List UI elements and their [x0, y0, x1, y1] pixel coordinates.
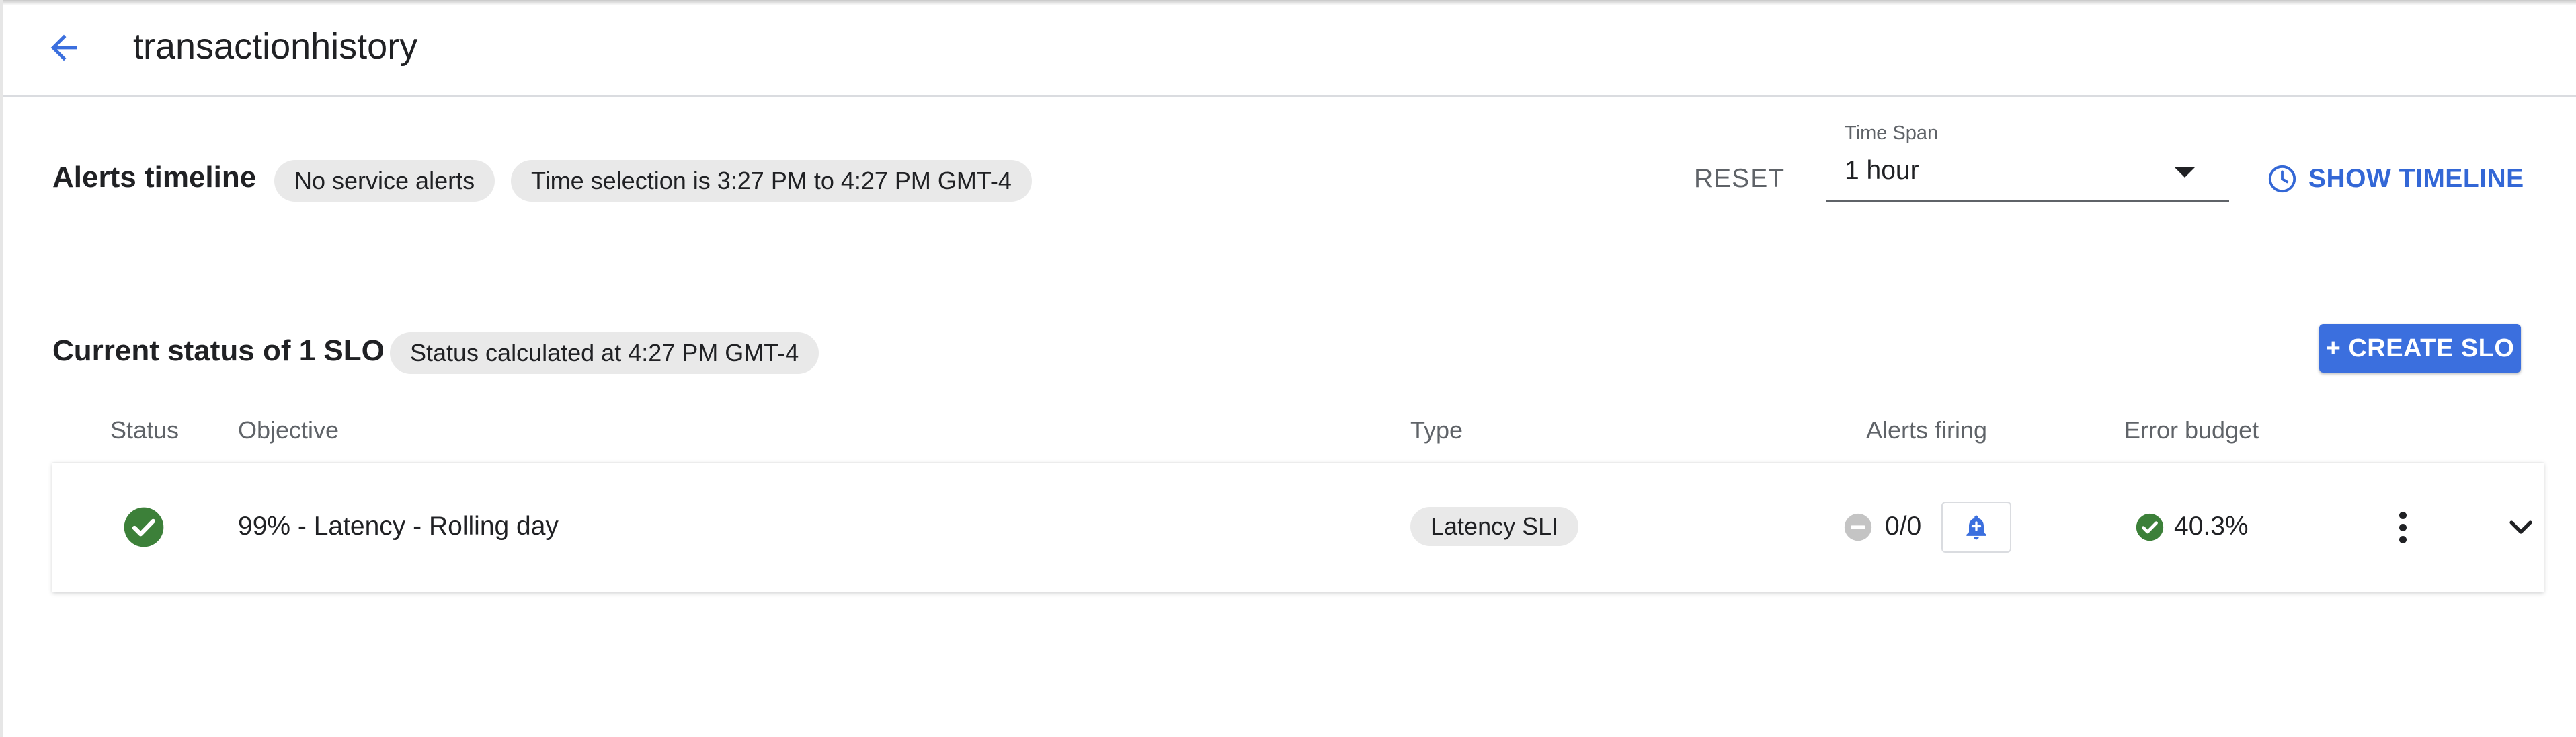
error-budget-value: 40.3% [2174, 512, 2249, 541]
column-header-error-budget: Error budget [2124, 416, 2259, 444]
time-span-label: Time Span [1845, 122, 1939, 144]
slo-type-chip: Latency SLI [1410, 507, 1579, 546]
column-header-alerts-firing: Alerts firing [1866, 416, 1988, 444]
status-cell [122, 506, 165, 552]
page-title: transactionhistory [133, 26, 418, 67]
create-slo-button[interactable]: + CREATE SLO [2319, 324, 2521, 373]
alerts-firing-value: 0/0 [1885, 512, 1922, 541]
left-edge-border [0, 0, 3, 737]
reset-button[interactable]: RESET [1694, 160, 1785, 198]
check-circle-icon [2136, 513, 2164, 541]
slo-row[interactable]: 99% - Latency - Rolling day Latency SLI … [52, 463, 2544, 592]
chevron-down-icon [2509, 520, 2532, 534]
error-budget-status-cell [2135, 512, 2165, 545]
alerts-status-cell [1843, 512, 1873, 545]
bell-add-icon [1966, 515, 1986, 540]
kebab-dot-icon [2399, 535, 2407, 543]
kebab-dot-icon [2399, 523, 2407, 531]
minus-circle-icon [1844, 513, 1872, 541]
show-timeline-button[interactable]: SHOW TIMELINE [2267, 160, 2524, 198]
column-header-objective: Objective [238, 416, 339, 444]
time-span-value: 1 hour [1845, 156, 1919, 185]
more-options-button[interactable] [2382, 499, 2423, 555]
slo-objective-link[interactable]: 99% - Latency - Rolling day [238, 510, 559, 543]
no-service-alerts-chip: No service alerts [274, 160, 495, 202]
column-header-status: Status [110, 416, 179, 444]
kebab-dot-icon [2399, 511, 2407, 519]
alerts-timeline-title: Alerts timeline [52, 161, 257, 194]
time-selection-chip: Time selection is 3:27 PM to 4:27 PM GMT… [511, 160, 1032, 202]
dropdown-arrow-icon [2174, 167, 2196, 178]
arrow-back-icon [50, 34, 77, 61]
time-span-select[interactable]: Time Span 1 hour [1826, 120, 2229, 202]
clock-icon [2268, 165, 2296, 193]
expand-row-button[interactable] [2499, 506, 2542, 549]
check-circle-icon [124, 507, 164, 547]
column-header-type: Type [1410, 416, 1463, 444]
page-header: transactionhistory [3, 0, 2576, 97]
slo-section-title: Current status of 1 SLO [52, 334, 385, 367]
back-button[interactable] [40, 26, 87, 70]
status-calculated-chip: Status calculated at 4:27 PM GMT-4 [390, 332, 819, 374]
show-timeline-label: SHOW TIMELINE [2308, 164, 2524, 193]
add-alert-button[interactable] [1941, 502, 2011, 553]
